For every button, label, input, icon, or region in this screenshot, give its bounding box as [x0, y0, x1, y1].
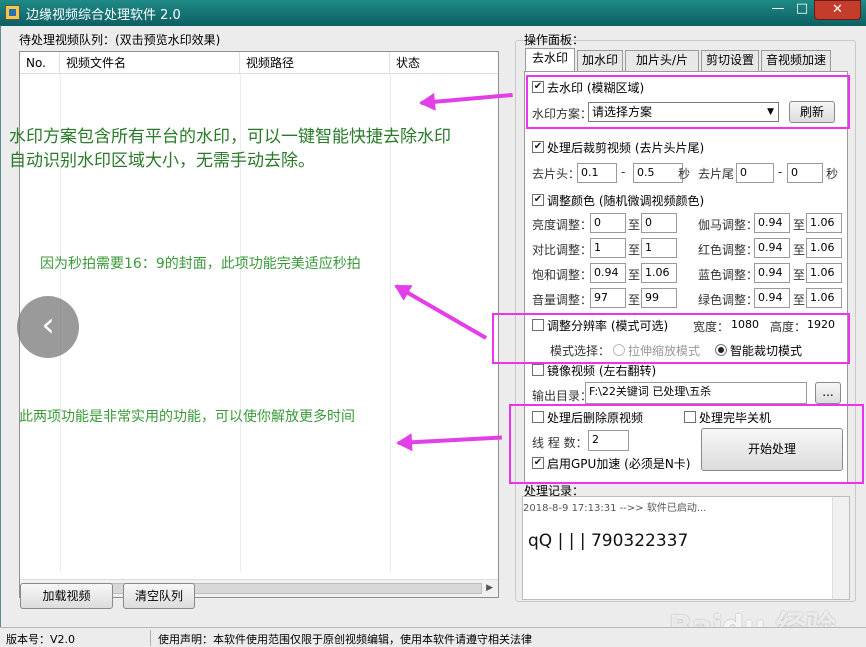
- disclaimer-label: 使用声明：本软件使用范围仅限于原创视频编辑，使用本软件请遵守相关法律: [158, 633, 532, 646]
- head-from-input[interactable]: 0.1: [577, 163, 617, 183]
- tail-unit-label: 秒: [826, 167, 839, 181]
- tab-add-watermark[interactable]: 加水印: [577, 50, 623, 71]
- clear-queue-button[interactable]: 清空队列: [123, 583, 195, 609]
- previous-image-icon[interactable]: ‹: [17, 296, 79, 358]
- tail-from-input[interactable]: 0: [736, 163, 774, 183]
- annotation-watermark-line2: 自动识别水印区域大小，无需手动去除。: [9, 151, 315, 171]
- to-label: 至: [793, 243, 806, 257]
- column-header-path[interactable]: 视频路径: [240, 52, 390, 74]
- log-output[interactable]: 2018-8-9 17:13:31 -->> 软件已启动... qQ | | |…: [522, 496, 850, 600]
- red-label: 红色调整：: [698, 243, 759, 257]
- scroll-right-icon[interactable]: ▶: [486, 583, 493, 593]
- annotation-resolution: 因为秒拍需要16：9的封面，此项功能完美适应秒拍: [40, 256, 361, 272]
- contrast-to-input[interactable]: 1: [641, 238, 677, 258]
- highlight-box-watermark: [526, 75, 850, 129]
- blue-to-input[interactable]: 1.06: [806, 263, 842, 283]
- to-label: 至: [793, 268, 806, 282]
- log-scrollbar[interactable]: [832, 497, 849, 599]
- gamma-from-input[interactable]: 0.94: [754, 213, 790, 233]
- green-label: 绿色调整：: [698, 293, 759, 307]
- contrast-from-input[interactable]: 1: [590, 238, 626, 258]
- gamma-to-input[interactable]: 1.06: [806, 213, 842, 233]
- highlight-box-options: [509, 404, 864, 484]
- title-bar: 边缘视频综合处理软件 2.0 — □ ✕: [0, 0, 866, 26]
- highlight-box-resolution: [492, 313, 850, 364]
- to-label: 至: [628, 218, 641, 232]
- window-title: 边缘视频综合处理软件 2.0: [26, 8, 181, 23]
- blue-from-input[interactable]: 0.94: [754, 263, 790, 283]
- saturation-from-input[interactable]: 0.94: [590, 263, 626, 283]
- green-to-input[interactable]: 1.06: [806, 288, 842, 308]
- saturation-to-input[interactable]: 1.06: [641, 263, 677, 283]
- annotation-watermark-line1: 水印方案包含所有平台的水印，可以一键智能快捷去除水印: [9, 127, 451, 147]
- to-label: 至: [793, 218, 806, 232]
- maximize-button[interactable]: □: [790, 0, 814, 20]
- color-adjust-label: 调整颜色 (随机微调视频颜色): [547, 194, 705, 208]
- dash-label: -: [778, 165, 783, 179]
- log-entry: 2018-8-9 17:13:31 -->> 软件已启动...: [523, 503, 707, 514]
- brightness-to-input[interactable]: 0: [641, 213, 677, 233]
- tail-to-input[interactable]: 0: [787, 163, 823, 183]
- contrast-label: 对比调整：: [532, 243, 593, 257]
- version-label: 版本号：V2.0: [6, 633, 76, 646]
- tab-intro-outro[interactable]: 加片头/片尾: [625, 50, 699, 86]
- red-from-input[interactable]: 0.94: [754, 238, 790, 258]
- window-client: 待处理视频队列：(双击预览水印效果) No. 视频文件名 视频路径 状态 ◀ ▶…: [0, 26, 866, 647]
- table-header: No. 视频文件名 视频路径 状态: [20, 52, 498, 74]
- volume-from-input[interactable]: 97: [590, 288, 626, 308]
- mirror-checkbox[interactable]: [532, 364, 544, 376]
- to-label: 至: [793, 293, 806, 307]
- red-to-input[interactable]: 1.06: [806, 238, 842, 258]
- status-bar: 版本号：V2.0 使用声明：本软件使用范围仅限于原创视频编辑，使用本软件请遵守相…: [0, 627, 866, 647]
- column-divider: [390, 74, 391, 572]
- trim-checkbox[interactable]: [532, 141, 544, 153]
- to-label: 至: [628, 293, 641, 307]
- brightness-from-input[interactable]: 0: [590, 213, 626, 233]
- column-header-no[interactable]: No.: [20, 52, 60, 74]
- to-label: 至: [628, 243, 641, 257]
- close-button[interactable]: ✕: [814, 0, 861, 20]
- tab-av-speed[interactable]: 音视频加速: [761, 50, 831, 71]
- gamma-label: 伽马调整：: [698, 218, 759, 232]
- blue-label: 蓝色调整：: [698, 268, 759, 282]
- queue-title: 待处理视频队列：(双击预览水印效果): [19, 33, 221, 47]
- head-to-input[interactable]: 0.5: [633, 163, 683, 183]
- dash-label: -: [621, 165, 626, 179]
- column-header-status[interactable]: 状态: [390, 52, 498, 74]
- mirror-label: 镜像视频 (左右翻转): [547, 364, 657, 378]
- color-adjust-checkbox[interactable]: [532, 194, 544, 206]
- qq-contact-text: qQ | | | 790322337: [528, 531, 689, 551]
- panel-title: 操作面板：: [524, 33, 585, 47]
- column-header-filename[interactable]: 视频文件名: [60, 52, 240, 74]
- volume-label: 音量调整：: [532, 293, 593, 307]
- status-divider: [150, 630, 151, 646]
- to-label: 至: [628, 268, 641, 282]
- tab-remove-watermark[interactable]: 去水印: [525, 48, 575, 72]
- app-icon: [5, 5, 20, 20]
- volume-to-input[interactable]: 99: [641, 288, 677, 308]
- output-dir-input[interactable]: F:\22关键词 已处理\五杀: [585, 382, 807, 404]
- tab-cut-settings[interactable]: 剪切设置: [701, 50, 759, 71]
- browse-button[interactable]: ...: [815, 382, 841, 404]
- output-dir-label: 输出目录：: [532, 389, 593, 403]
- head-trim-label: 去片头：: [532, 167, 581, 181]
- saturation-label: 饱和调整：: [532, 268, 593, 282]
- head-unit-label: 秒: [678, 167, 691, 181]
- minimize-button[interactable]: —: [766, 0, 790, 20]
- brightness-label: 亮度调整：: [532, 218, 593, 232]
- load-video-button[interactable]: 加载视频: [20, 583, 113, 609]
- green-from-input[interactable]: 0.94: [754, 288, 790, 308]
- annotation-options: 此两项功能是非常实用的功能，可以使你解放更多时间: [19, 409, 355, 425]
- trim-label: 处理后裁剪视频 (去片头片尾): [547, 141, 705, 155]
